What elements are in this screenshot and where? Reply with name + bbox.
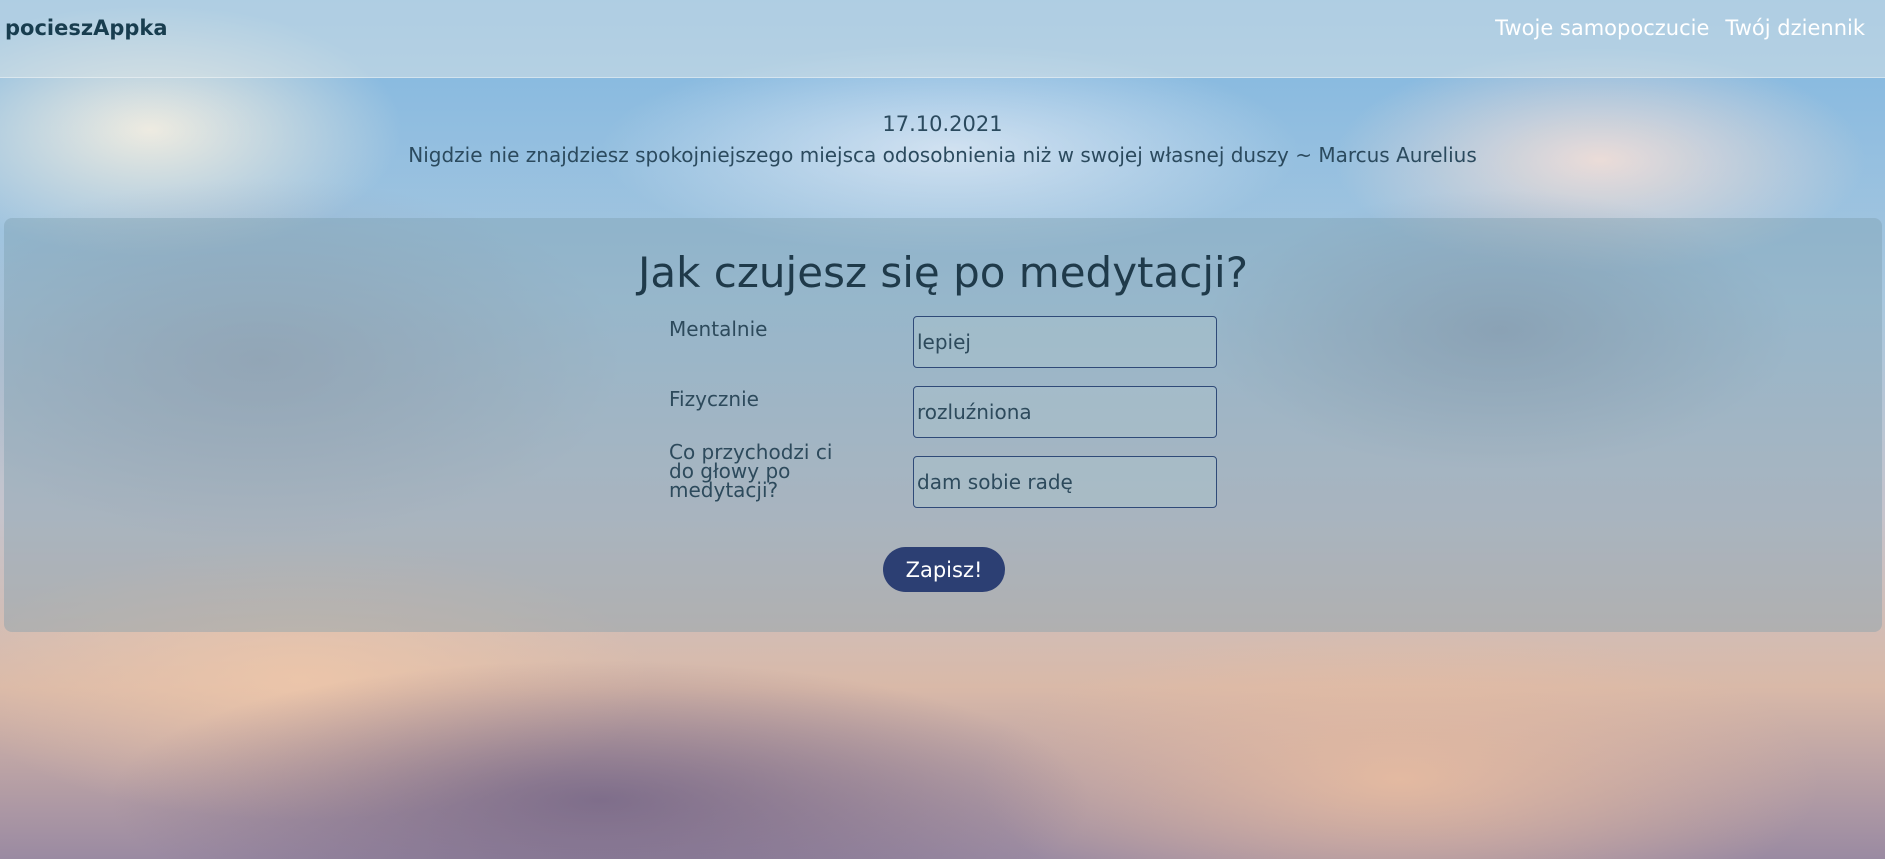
save-button[interactable]: Zapisz! [883,547,1005,592]
nav-link-journal[interactable]: Twój dziennik [1725,16,1865,40]
brand-logo[interactable]: pocieszAppka [5,16,168,40]
thoughts-input[interactable] [913,456,1217,508]
field-label-thoughts: Co przychodzi ci do głowy po medytacji? [669,440,833,502]
field-label-mental: Mentalnie [669,317,768,341]
meditation-form-card: Jak czujesz się po medytacji? Mentalnie … [4,218,1882,632]
form-title: Jak czujesz się po medytacji? [638,248,1248,297]
field-label-physical: Fizycznie [669,387,759,411]
physical-input[interactable] [913,386,1217,438]
daily-quote: Nigdzie nie znajdziesz spokojniejszego m… [408,143,1477,167]
nav-links: Twoje samopoczucie Twój dziennik [1495,16,1865,40]
nav-link-mood[interactable]: Twoje samopoczucie [1495,16,1709,40]
mental-input[interactable] [913,316,1217,368]
navbar: pocieszAppka Twoje samopoczucie Twój dzi… [0,0,1885,78]
current-date: 17.10.2021 [882,112,1003,136]
